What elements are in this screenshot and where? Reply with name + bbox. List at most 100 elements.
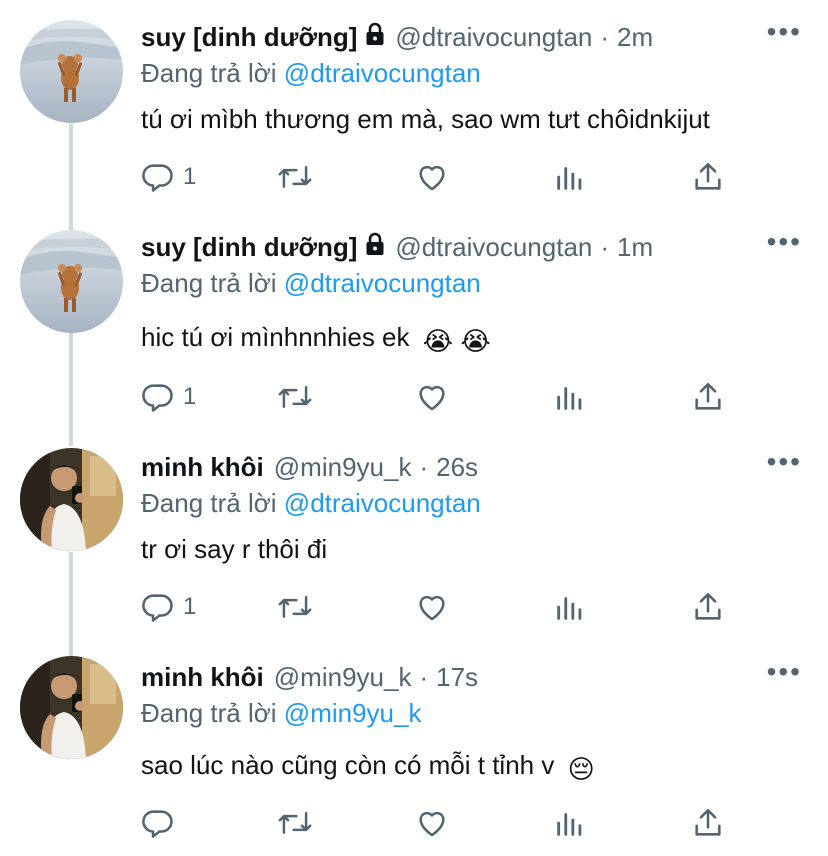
analytics-icon (557, 167, 582, 190)
display-name[interactable]: suy [dinh dưỡng] (141, 232, 357, 263)
analytics-button[interactable] (553, 590, 587, 624)
mention-link[interactable]: @dtraivocungtan (284, 488, 481, 518)
display-name[interactable]: minh khôi (141, 662, 264, 693)
crying-face-emoji: 😭 😭 (422, 326, 491, 356)
mention-link[interactable]: @dtraivocungtan (284, 268, 481, 298)
heart-icon (419, 595, 445, 621)
retweet-icon (278, 166, 312, 188)
tweet[interactable]: suy [dinh dưỡng] @dtraivocungtan · 1m ••… (0, 210, 828, 430)
lock-icon (365, 22, 385, 53)
tweet-text: hic tú ơi mìnhnnhies ek 😭 😭 (141, 322, 491, 357)
retweet-icon (278, 812, 312, 834)
reply-count: 1 (183, 593, 197, 620)
mirror-selfie-avatar (20, 656, 123, 759)
pensive-face-emoji: 😔 (567, 754, 595, 784)
share-button[interactable] (691, 806, 725, 840)
avatar[interactable] (20, 230, 123, 333)
retweet-icon (278, 386, 312, 408)
analytics-button[interactable] (553, 806, 587, 840)
avatar[interactable] (20, 656, 123, 759)
replying-to: Đang trả lời @dtraivocungtan (141, 488, 481, 519)
timestamp[interactable]: 17s (436, 662, 478, 693)
share-button[interactable] (691, 590, 725, 624)
tweet-text: tr ơi say r thôi đi (141, 534, 327, 565)
share-icon (695, 162, 721, 190)
tweet[interactable]: suy [dinh dưỡng] @dtraivocungtan · 2m ••… (0, 0, 828, 210)
tweet-text-content: sao lúc nào cũng còn có mỗi t tỉnh v (141, 750, 555, 780)
replying-prefix: Đang trả lời (141, 488, 277, 518)
reply-button[interactable]: 1 (141, 380, 196, 414)
heart-icon (419, 811, 445, 837)
retweet-button[interactable] (277, 380, 313, 414)
tweet-text-content: tr ơi say r thôi đi (141, 534, 328, 564)
separator-dot: · (600, 232, 610, 262)
mention-link[interactable]: @dtraivocungtan (284, 58, 481, 88)
retweet-button[interactable] (277, 806, 313, 840)
analytics-icon (557, 387, 582, 410)
handle[interactable]: @min9yu_k (274, 452, 412, 483)
reply-button[interactable] (141, 806, 183, 840)
retweet-button[interactable] (277, 160, 313, 194)
more-options-icon[interactable]: ••• (767, 228, 802, 256)
display-name[interactable]: minh khôi (141, 452, 264, 483)
jerry-avatar (20, 230, 123, 333)
tweet-text-content: tú ơi mìbh thương em mà, sao wm tưt chôi… (141, 104, 710, 134)
analytics-button[interactable] (553, 380, 587, 414)
tweet-text: sao lúc nào cũng còn có mỗi t tỉnh v 😔 (141, 750, 595, 785)
reply-count: 1 (183, 383, 197, 410)
replying-prefix: Đang trả lời (141, 268, 277, 298)
mirror-selfie-avatar (20, 448, 123, 551)
action-bar: 1 (141, 590, 741, 630)
retweet-icon (278, 596, 312, 618)
share-button[interactable] (691, 380, 725, 414)
heart-icon (419, 165, 445, 191)
share-icon (695, 382, 721, 410)
reply-button[interactable]: 1 (141, 590, 196, 624)
separator-dot: · (419, 452, 429, 482)
action-bar: 1 (141, 380, 741, 420)
action-bar: 1 (141, 160, 741, 200)
share-icon (695, 808, 721, 836)
like-button[interactable] (415, 806, 449, 840)
reply-button[interactable]: 1 (141, 160, 196, 194)
share-button[interactable] (691, 160, 725, 194)
more-options-icon[interactable]: ••• (767, 18, 802, 46)
display-name[interactable]: suy [dinh dưỡng] (141, 22, 357, 53)
tweet[interactable]: minh khôi @min9yu_k · 17s ••• Đang trả l… (0, 640, 828, 856)
jerry-avatar (20, 20, 123, 123)
reply-icon (142, 594, 173, 622)
reply-icon (142, 384, 173, 412)
replying-to: Đang trả lời @min9yu_k (141, 698, 421, 729)
separator-dot: · (419, 662, 429, 692)
like-button[interactable] (415, 380, 449, 414)
analytics-icon (557, 597, 582, 620)
retweet-button[interactable] (277, 590, 313, 624)
avatar[interactable] (20, 20, 123, 123)
like-button[interactable] (415, 160, 449, 194)
analytics-button[interactable] (553, 160, 587, 194)
heart-icon (419, 385, 445, 411)
avatar[interactable] (20, 448, 123, 551)
handle[interactable]: @dtraivocungtan (395, 22, 592, 53)
lock-icon (365, 232, 385, 263)
timestamp[interactable]: 1m (617, 232, 653, 263)
more-options-icon[interactable]: ••• (767, 448, 802, 476)
tweet-text-content: hic tú ơi mìnhnnhies ek (141, 322, 410, 352)
handle[interactable]: @min9yu_k (274, 662, 412, 693)
timestamp[interactable]: 2m (617, 22, 653, 53)
replying-prefix: Đang trả lời (141, 698, 277, 728)
mention-link[interactable]: @min9yu_k (284, 698, 422, 728)
share-icon (695, 592, 721, 620)
analytics-icon (557, 813, 582, 836)
handle[interactable]: @dtraivocungtan (395, 232, 592, 263)
tweet-text: tú ơi mìbh thương em mà, sao wm tưt chôi… (141, 104, 710, 135)
action-bar (141, 806, 741, 846)
replying-prefix: Đang trả lời (141, 58, 277, 88)
like-button[interactable] (415, 590, 449, 624)
tweet[interactable]: minh khôi @min9yu_k · 26s ••• Đang trả l… (0, 430, 828, 640)
replying-to: Đang trả lời @dtraivocungtan (141, 58, 481, 89)
replying-to: Đang trả lời @dtraivocungtan (141, 268, 481, 299)
reply-icon (142, 810, 173, 838)
more-options-icon[interactable]: ••• (767, 658, 802, 686)
timestamp[interactable]: 26s (436, 452, 478, 483)
